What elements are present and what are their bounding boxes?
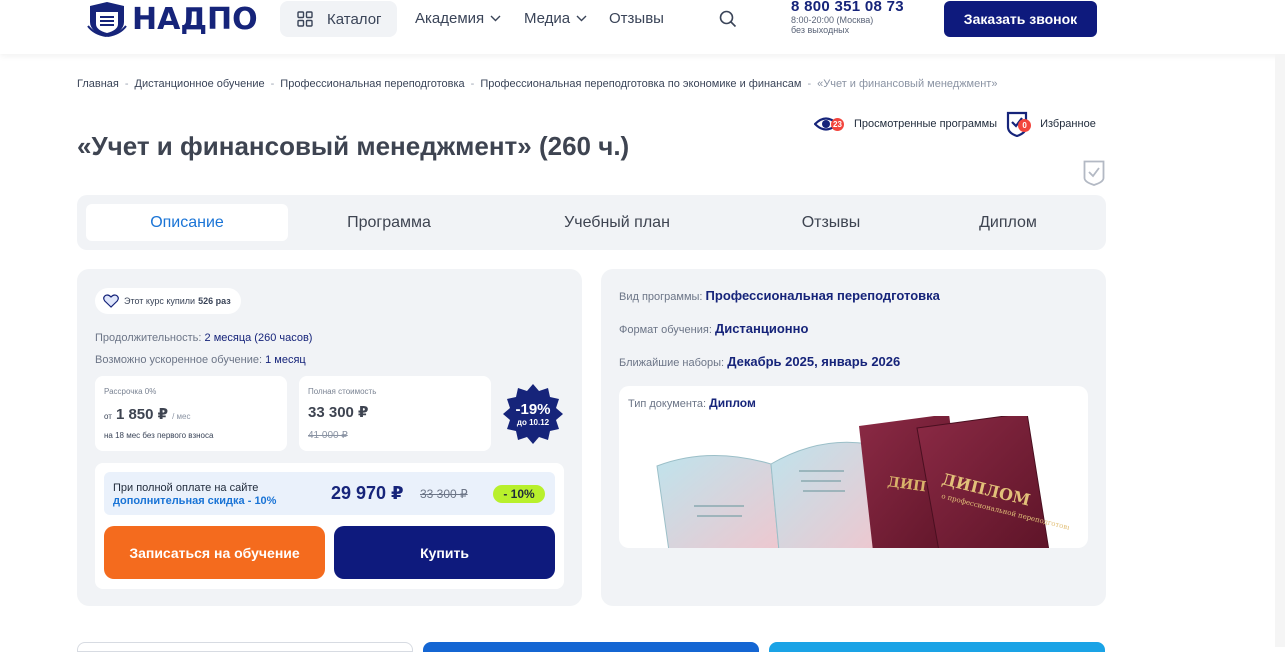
full-payment-old-price: 33 300 ₽ [420, 487, 468, 501]
breadcrumb-retraining[interactable]: Профессиональная переподготовка [280, 78, 464, 90]
breadcrumb-separator: - [270, 78, 275, 90]
viewed-count-badge: 23 [831, 118, 844, 131]
full-cost-old-price: 41 000 ₽ [308, 430, 348, 441]
full-cost-label: Полная стоимость [308, 387, 377, 396]
add-to-favorites-icon[interactable] [1083, 160, 1105, 186]
enrollment-line: Ближайшие наборы: Декабрь 2025, январь 2… [619, 354, 900, 369]
purchases-count: 526 раз [198, 296, 231, 306]
breadcrumb-separator: - [807, 78, 812, 90]
duration-label: Продолжительность: [95, 332, 202, 344]
tab-curriculum[interactable]: Учебный план [507, 204, 727, 241]
logo-emblem-icon [87, 2, 127, 37]
full-payment-offer: При полной оплате на сайте дополнительна… [104, 472, 555, 515]
breadcrumb-current: «Учет и финансовый менеджмент» [817, 78, 998, 90]
full-payment-line2: дополнительная скидка - 10% [113, 495, 277, 507]
duration-line: Продолжительность: 2 месяца (260 часов) [95, 332, 312, 344]
program-type-label: Вид программы: [619, 291, 703, 303]
breadcrumb-separator: - [124, 78, 129, 90]
enroll-button[interactable]: Записаться на обучение [104, 526, 325, 579]
order-call-button[interactable]: Заказать звонок [944, 1, 1097, 37]
full-payment-block: При полной оплате на сайте дополнительна… [95, 463, 564, 589]
installment-amount: 1 850 ₽ [115, 406, 169, 423]
work-hours: 8:00-20:00 (Москва) [791, 15, 874, 25]
user-shortcuts: 23 Просмотренные программы 0 Избранное [813, 111, 1096, 138]
study-format-label: Формат обучения: [619, 324, 712, 336]
chevron-down-icon [576, 15, 587, 22]
nav-media[interactable]: Медиа [524, 10, 587, 27]
full-payment-line1: При полной оплате на сайте [113, 482, 259, 494]
enrollment-label: Ближайшие наборы: [619, 357, 725, 369]
installment-amount-line: от 1 850 ₽ / мес [104, 405, 191, 423]
phone-block[interactable]: 8 800 351 08 73 8:00-20:00 (Москва) без … [791, 0, 904, 35]
buy-button[interactable]: Купить [334, 526, 555, 579]
work-days: без выходных [791, 25, 850, 35]
nav-academy-label: Академия [415, 10, 485, 27]
accelerated-value: 1 месяц [265, 354, 306, 366]
accelerated-label: Возможно ускоренное обучение: [95, 354, 263, 366]
purchases-badge: Этот курс купили 526 раз [95, 288, 241, 314]
document-type-value: Диплом [709, 396, 756, 410]
full-cost-box: Полная стоимость 33 300 ₽ 41 000 ₽ [299, 376, 491, 451]
document-preview: Тип документа: Диплом ДИП ДИПЛОМ о профе… [619, 386, 1088, 548]
nav-reviews[interactable]: Отзывы [609, 10, 664, 27]
favorites-icon-wrap[interactable]: 0 [1006, 111, 1032, 138]
breadcrumb-economics[interactable]: Профессиональная переподготовка по эконо… [480, 78, 801, 90]
full-payment-discount-tag: - 10% [493, 485, 545, 503]
viewed-programs-link[interactable]: Просмотренные программы [854, 118, 997, 130]
chevron-down-icon [490, 15, 501, 22]
phone-number[interactable]: 8 800 351 08 73 [791, 0, 904, 15]
catalog-label: Каталог [327, 10, 382, 28]
installment-per: / мес [172, 412, 191, 421]
discount-percent: -19% [515, 400, 551, 418]
grid-icon [297, 11, 313, 27]
document-type-line: Тип документа: Диплом [628, 396, 756, 410]
course-pricing-card: Этот курс купили 526 раз Продолжительнос… [77, 269, 582, 606]
page-scroll-gutter [1275, 54, 1285, 647]
breadcrumb-distance[interactable]: Дистанционное обучение [135, 78, 265, 90]
discount-until: до 10.12 [516, 417, 550, 427]
full-cost-price: 33 300 ₽ [308, 404, 369, 421]
accelerated-line: Возможно ускоренное обучение: 1 месяц [95, 354, 306, 366]
installment-box: Рассрочка 0% от 1 850 ₽ / мес на 18 мес … [95, 376, 287, 451]
installment-note: на 18 мес без первого взноса [104, 431, 214, 440]
nav-media-label: Медиа [524, 10, 571, 27]
program-type-value: Профессиональная переподготовка [705, 288, 940, 303]
program-info-card: Вид программы: Профессиональная переподг… [601, 269, 1106, 606]
breadcrumb: Главная - Дистанционное обучение - Профе… [77, 78, 997, 90]
purchases-prefix: Этот курс купили [124, 296, 196, 306]
full-payment-price: 29 970 ₽ [331, 483, 404, 503]
document-type-label: Тип документа: [628, 398, 707, 410]
logo-text: НАДПО [132, 1, 258, 37]
tab-description[interactable]: Описание [86, 204, 288, 241]
favorites-count-badge: 0 [1018, 119, 1032, 132]
program-type-line: Вид программы: Профессиональная переподг… [619, 288, 940, 303]
nav-academy[interactable]: Академия [415, 10, 501, 27]
page-title: «Учет и финансовый менеджмент» (260 ч.) [77, 131, 630, 161]
nav-reviews-label: Отзывы [609, 10, 664, 27]
duration-value: 2 месяца (260 часов) [204, 332, 313, 344]
breadcrumb-separator: - [470, 78, 475, 90]
tab-program[interactable]: Программа [289, 204, 489, 241]
site-logo[interactable]: НАДПО [86, 0, 258, 38]
bottom-card-3 [769, 642, 1105, 652]
catalog-button[interactable]: Каталог [280, 1, 397, 37]
favorites-link[interactable]: Избранное [1040, 118, 1096, 130]
breadcrumb-home[interactable]: Главная [77, 78, 119, 90]
tab-diploma[interactable]: Диплом [925, 204, 1091, 241]
viewed-programs-icon-wrap[interactable]: 23 [813, 113, 846, 135]
enrollment-value: Декабрь 2025, январь 2026 [727, 354, 901, 369]
installment-from: от [104, 412, 112, 421]
site-header: НАДПО Каталог Академия Медиа Отзывы 8 80… [0, 0, 1285, 54]
course-tabs: Описание Программа Учебный план Отзывы Д… [77, 195, 1106, 250]
study-format-line: Формат обучения: Дистанционно [619, 321, 808, 336]
bottom-card-1 [77, 642, 413, 652]
search-icon[interactable] [719, 10, 737, 28]
installment-label: Рассрочка 0% [104, 387, 157, 396]
study-format-value: Дистанционно [714, 321, 809, 336]
bottom-card-2 [423, 642, 759, 652]
diploma-image: ДИП ДИПЛОМ о профессиональной переподгот… [656, 416, 1069, 548]
discount-badge: -19% до 10.12 [502, 383, 564, 445]
heart-icon [103, 294, 119, 308]
tab-reviews[interactable]: Отзывы [737, 204, 925, 241]
